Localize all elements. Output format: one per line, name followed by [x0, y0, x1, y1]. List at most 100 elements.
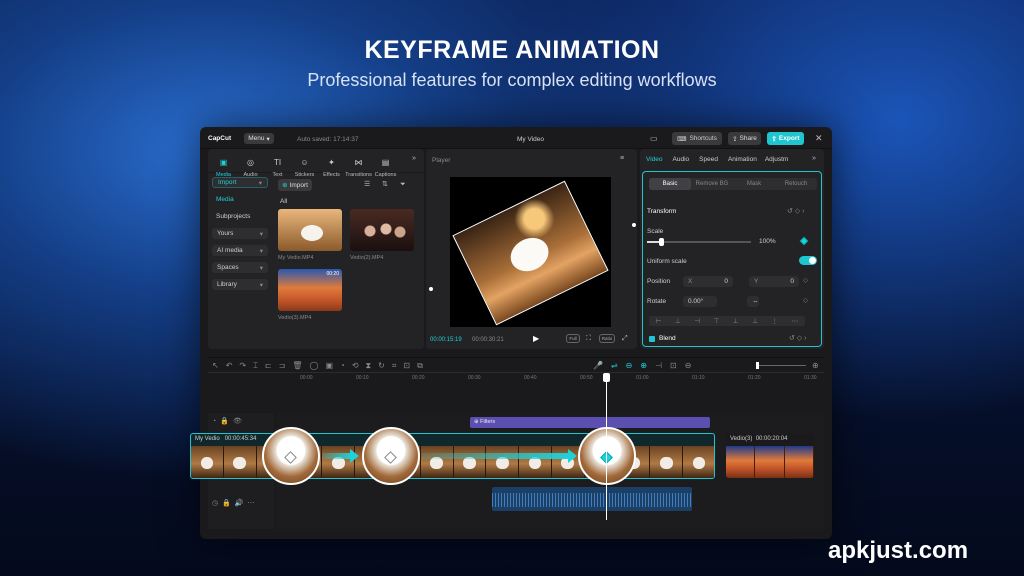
reverse-icon[interactable]: ⟲	[352, 361, 366, 370]
tool-media[interactable]: ▣ Media	[210, 149, 237, 179]
tool-text[interactable]: TI Text	[264, 149, 291, 179]
rotate-keyframe-icon[interactable]: ◇	[803, 296, 808, 304]
menu-button[interactable]: Menu ▾	[244, 133, 274, 144]
tab-audio[interactable]: Audio	[673, 156, 690, 163]
audio-track-controls[interactable]: ◷🔒🔊⋯	[212, 499, 259, 507]
position-x-input[interactable]: X0	[683, 276, 733, 287]
rotate-icon[interactable]: ↻	[378, 361, 392, 370]
player-menu-icon[interactable]: ≡	[620, 155, 624, 162]
fullscreen-icon[interactable]: ⤢	[622, 335, 628, 342]
subtab-retouch[interactable]: Retouch	[775, 178, 817, 190]
select-icon[interactable]: ↖	[212, 361, 226, 370]
link-icon[interactable]: ⊖	[626, 361, 641, 370]
filter-track-controls[interactable]: ◔🔒👁	[212, 417, 246, 425]
zoom-out-icon[interactable]: ⊖	[685, 361, 700, 370]
transform-handle[interactable]	[632, 223, 636, 227]
magnet-icon[interactable]: ⇌	[611, 361, 626, 370]
freeze-icon[interactable]: ▣	[325, 361, 340, 370]
tool-audio[interactable]: ◎ Audio	[237, 149, 264, 179]
sidebar-group-ai-media[interactable]: AI media ▾	[212, 245, 268, 256]
transform-handle[interactable]	[429, 287, 433, 291]
scale-keyframe-icon[interactable]	[799, 236, 809, 246]
more-tabs-icon[interactable]: »	[812, 155, 816, 162]
fit-icon[interactable]: ⛶	[586, 335, 591, 342]
undo-icon[interactable]: ↶	[226, 361, 240, 370]
playhead[interactable]	[606, 375, 607, 520]
position-y-input[interactable]: Y0	[749, 276, 799, 287]
flip-button[interactable]: ⇔	[747, 296, 759, 307]
sidebar-group-library[interactable]: Library ▾	[212, 279, 268, 290]
subtab-basic[interactable]: Basic	[649, 178, 691, 190]
split-left-icon[interactable]: ⊏	[265, 361, 279, 370]
speed-icon[interactable]: ◔	[340, 361, 352, 370]
mic-icon[interactable]: 🎤	[593, 361, 611, 370]
preview-icon[interactable]: ⊡	[670, 361, 685, 370]
uniform-scale-toggle[interactable]	[799, 256, 817, 265]
sidebar-item-subprojects[interactable]: Subprojects	[212, 213, 268, 222]
filter-clip[interactable]: ⊕ Filters	[470, 417, 710, 428]
ratio-button[interactable]: Ratio	[599, 334, 615, 343]
more-tools-icon[interactable]: »	[412, 155, 416, 162]
layout-icon[interactable]: ▭	[650, 135, 658, 143]
position-keyframe-icon[interactable]: ◇	[803, 276, 808, 284]
media-item[interactable]: Vedio(2).MP4	[350, 209, 414, 261]
reset-keyframe-icon[interactable]: ↺ ◇ ›	[787, 207, 804, 215]
rotate-input[interactable]: 0.00°	[683, 296, 717, 307]
scale-slider[interactable]	[647, 238, 751, 246]
close-icon[interactable]: ✕	[815, 134, 823, 143]
tab-video[interactable]: Video	[646, 156, 663, 163]
playhead-handle[interactable]	[603, 373, 610, 382]
sidebar-item-media[interactable]: Media	[212, 196, 268, 205]
sidebar-group-spaces[interactable]: Spaces ▾	[212, 262, 268, 273]
align-center-icon[interactable]: ⊥	[675, 317, 681, 325]
tool-stickers[interactable]: ☺ Stickers	[291, 149, 318, 179]
crop-icon[interactable]: ⌗	[392, 361, 404, 370]
import-select[interactable]: Import ▾	[212, 177, 268, 188]
list-view-icon[interactable]: ☰	[364, 181, 370, 188]
split-icon[interactable]: ⌶	[253, 361, 265, 370]
align-left-icon[interactable]: ⊢	[656, 317, 662, 325]
split-audio-icon[interactable]: ⊣	[655, 361, 670, 370]
subtab-remove-bg[interactable]: Remove BG	[691, 178, 733, 190]
zoom-in-icon[interactable]: ⊕	[812, 361, 819, 370]
align-bottom-icon[interactable]: ⊥	[752, 317, 758, 325]
sidebar-group-yours[interactable]: Yours ▾	[212, 228, 268, 239]
media-item[interactable]: 00:20 Vedio(3).MP4	[278, 269, 342, 321]
redo-icon[interactable]: ↷	[239, 361, 253, 370]
snap-icon[interactable]: ⊕	[640, 361, 655, 370]
align-right-icon[interactable]: ⊣	[694, 317, 700, 325]
duplicate-icon[interactable]: ⧉	[417, 361, 430, 370]
scale-value[interactable]: 100%	[759, 238, 776, 245]
import-button[interactable]: ⊕ Import	[278, 179, 312, 191]
mirror-icon[interactable]: ⧗	[366, 361, 379, 370]
audio-clip[interactable]	[492, 487, 692, 511]
blend-checkbox[interactable]	[649, 336, 655, 342]
export-button[interactable]: ⇧ Export	[767, 132, 804, 145]
play-icon[interactable]: ▶	[533, 335, 539, 343]
subtab-mask[interactable]: Mask	[733, 178, 775, 190]
delete-icon[interactable]: 🗑	[292, 361, 309, 370]
split-right-icon[interactable]: ⊐	[279, 361, 293, 370]
tab-animation[interactable]: Animation	[728, 156, 757, 163]
video-clip-second[interactable]: Vedio(3) 00:00:20:04	[726, 434, 814, 478]
zoom-slider[interactable]	[756, 362, 806, 369]
full-button[interactable]: Full	[566, 334, 580, 343]
distribute-icon[interactable]: ⋯	[792, 317, 799, 325]
tab-speed[interactable]: Speed	[699, 156, 718, 163]
time-ruler[interactable]: 00:00 00:10 00:20 00:30 00:40 00:50 01:00 01:10…	[300, 375, 820, 385]
media-item[interactable]: My Vedio.MP4	[278, 209, 342, 261]
tool-effects[interactable]: ✦ Effects	[318, 149, 345, 179]
filter-icon[interactable]: ⏷	[400, 181, 406, 188]
resize-icon[interactable]: ⊡	[403, 361, 417, 370]
align-middle-icon[interactable]: ⊥	[733, 317, 739, 325]
tool-captions[interactable]: ▤ Captions	[372, 149, 399, 179]
shortcuts-button[interactable]: ⌨ Shortcuts	[672, 132, 722, 145]
scale-slider-knob[interactable]	[658, 238, 664, 246]
share-button[interactable]: ⇪ Share	[728, 132, 761, 145]
tool-transitions[interactable]: ⋈ Transitions	[345, 149, 372, 179]
tab-adjustm[interactable]: Adjustm	[765, 156, 788, 163]
align-top-icon[interactable]: ⊤	[714, 317, 720, 325]
blend-keyframe-icon[interactable]: ↺ ◇ ›	[789, 334, 806, 342]
mark-icon[interactable]: ◯	[309, 361, 325, 370]
distribute-icon[interactable]: ⋮	[771, 317, 778, 325]
